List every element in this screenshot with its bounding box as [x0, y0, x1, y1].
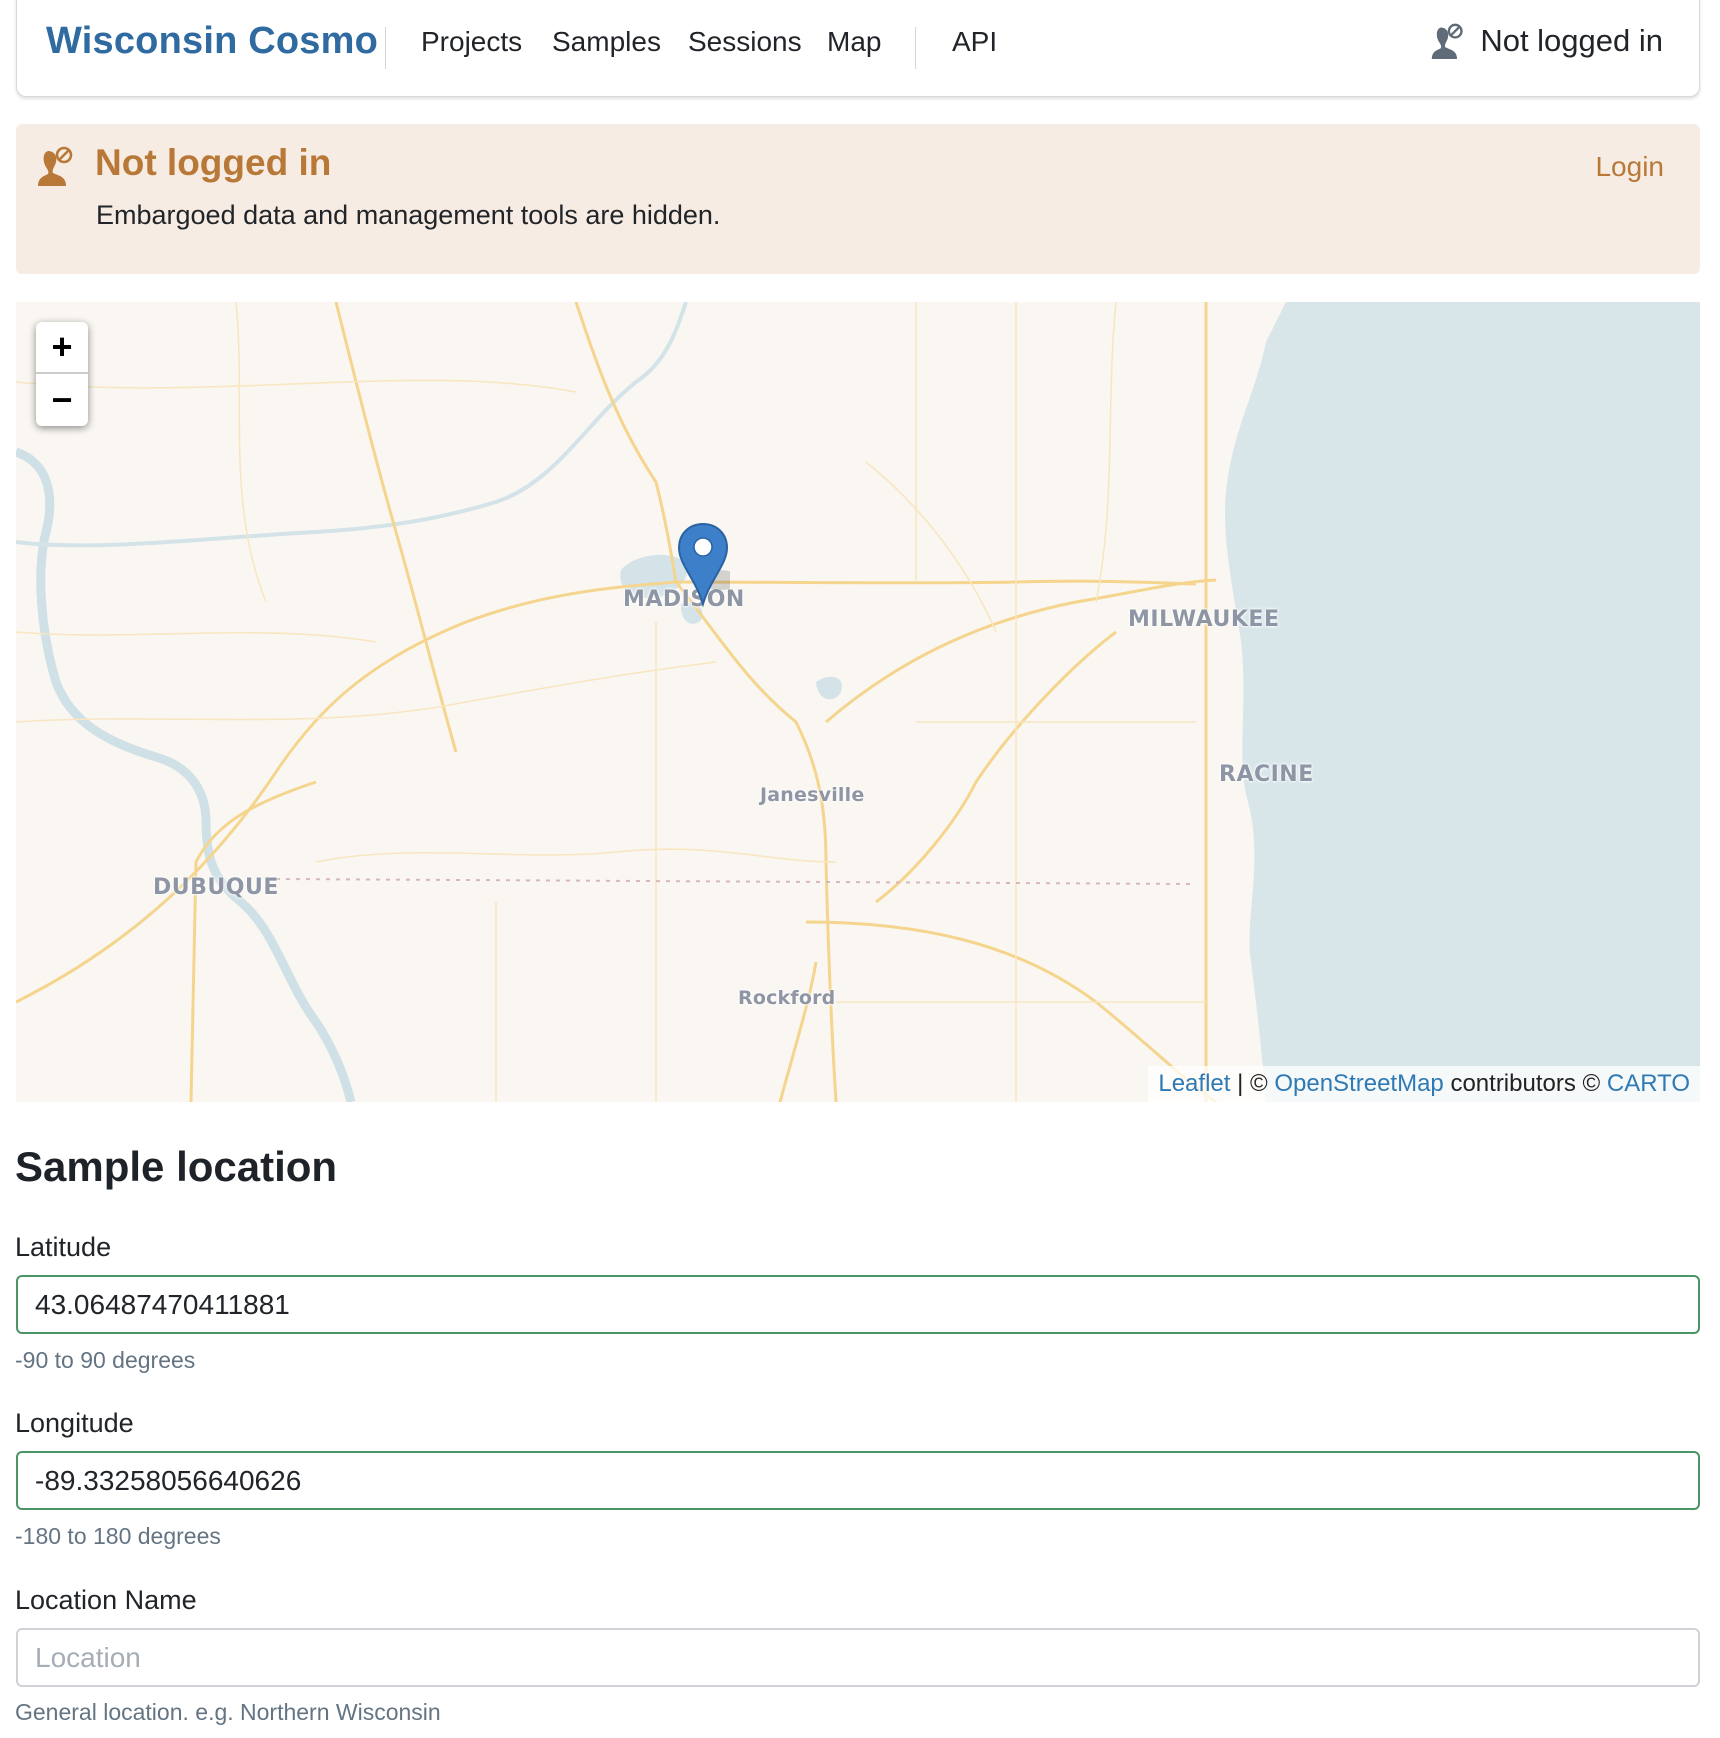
city-label-racine: RACINE — [1219, 762, 1314, 787]
wisconsin-river — [16, 302, 688, 548]
city-label-milwaukee: MILWAUKEE — [1128, 607, 1280, 632]
city-label-dubuque: DUBUQUE — [153, 875, 279, 900]
leaflet-link[interactable]: Leaflet — [1158, 1070, 1230, 1097]
location-name-help: General location. e.g. Northern Wisconsi… — [15, 1699, 441, 1725]
mississippi-river — [16, 447, 356, 1102]
zoom-out-button[interactable]: − — [36, 374, 88, 426]
longitude-label: Longitude — [15, 1408, 134, 1438]
location-name-input[interactable] — [16, 1628, 1700, 1687]
nav-link-samples[interactable]: Samples — [552, 26, 661, 58]
user-slash-icon — [1432, 23, 1463, 59]
map-tiles — [16, 302, 1700, 1102]
map-pin-icon[interactable] — [676, 522, 730, 608]
latitude-label: Latitude — [15, 1232, 112, 1262]
nav-link-map[interactable]: Map — [827, 26, 881, 58]
city-label-janesville: Janesville — [760, 784, 865, 806]
nav-divider — [385, 27, 386, 69]
state-border — [275, 878, 1197, 885]
city-label-rockford: Rockford — [738, 987, 836, 1009]
carto-link[interactable]: CARTO — [1607, 1070, 1690, 1097]
lake-koshkonong — [816, 676, 842, 700]
user-status-label: Not logged in — [1480, 23, 1663, 58]
attribution-separator: | © — [1230, 1070, 1275, 1097]
longitude-help: -180 to 180 degrees — [15, 1523, 221, 1549]
longitude-input[interactable] — [16, 1451, 1700, 1510]
user-status[interactable]: Not logged in — [1430, 22, 1663, 60]
nav-link-api[interactable]: API — [952, 26, 997, 58]
user-slash-icon — [38, 146, 73, 186]
alert-message: Embargoed data and management tools are … — [96, 200, 721, 230]
map-view[interactable]: + − MADISON MILWAUKEE RACINE DUBUQUE Jan… — [16, 302, 1700, 1102]
alert-title: Not logged in — [95, 142, 332, 183]
navbar: Wisconsin Cosmo Projects Samples Session… — [16, 0, 1700, 97]
not-logged-in-alert: Not logged in Embargoed data and managem… — [16, 124, 1700, 274]
brand-logo-link[interactable]: Wisconsin Cosmo — [46, 20, 378, 63]
attribution-contributors: contributors © — [1443, 1070, 1607, 1097]
latitude-help: -90 to 90 degrees — [15, 1347, 196, 1373]
nav-link-projects[interactable]: Projects — [421, 26, 522, 58]
openstreetmap-link[interactable]: OpenStreetMap — [1274, 1070, 1443, 1097]
nav-divider — [915, 27, 916, 69]
section-title: Sample location — [15, 1143, 338, 1190]
map-attribution: Leaflet | © OpenStreetMap contributors ©… — [1148, 1066, 1700, 1102]
zoom-control: + − — [36, 322, 88, 426]
highways — [16, 302, 1217, 1102]
login-link[interactable]: Login — [1595, 151, 1664, 183]
zoom-in-button[interactable]: + — [36, 322, 88, 374]
lake-michigan — [1224, 302, 1700, 1102]
location-name-label: Location Name — [15, 1585, 197, 1615]
latitude-input[interactable] — [16, 1275, 1700, 1334]
nav-link-sessions[interactable]: Sessions — [688, 26, 802, 58]
